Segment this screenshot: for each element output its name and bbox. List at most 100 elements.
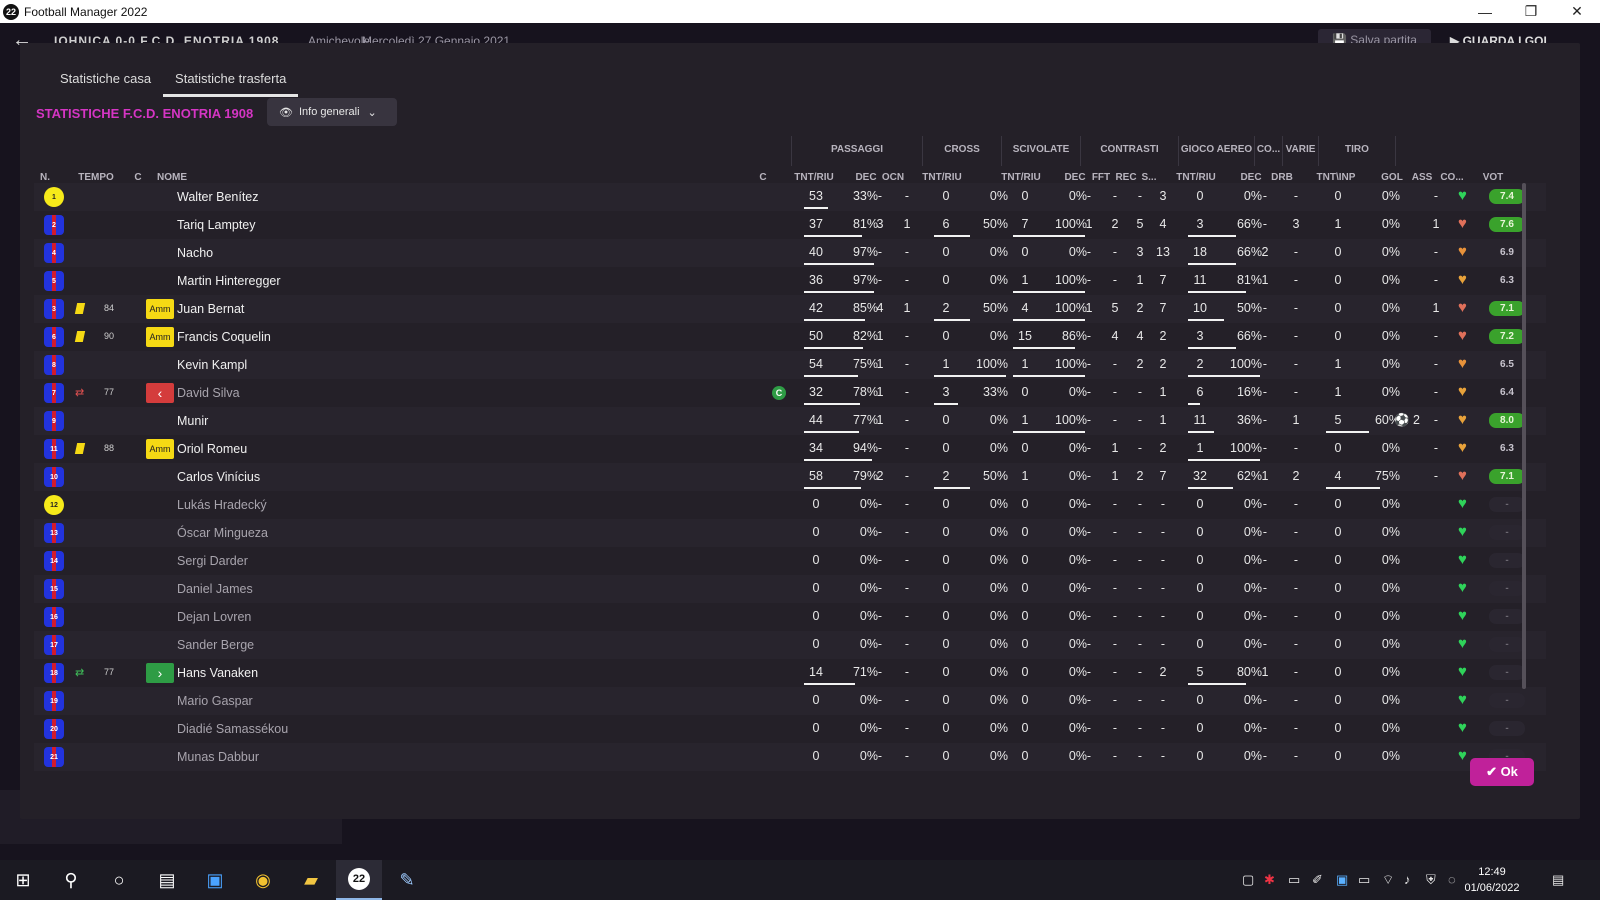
- player-name[interactable]: Óscar Mingueza: [177, 526, 268, 540]
- ok-button[interactable]: ✔ Ok: [1470, 758, 1534, 786]
- player-row[interactable]: 10 Carlos Vinícius 58 79% 2 50% 1 0% 32 62% 4 75% 2-…: [34, 463, 1546, 491]
- player-name[interactable]: Francis Coquelin: [177, 330, 271, 344]
- maximize-button[interactable]: ❐: [1508, 0, 1554, 23]
- cortana-icon[interactable]: ○: [96, 860, 142, 900]
- search-icon[interactable]: ⚲: [48, 860, 94, 900]
- tray-app-icon[interactable]: ▢: [1242, 872, 1254, 888]
- shirt-number-icon: 21: [44, 747, 64, 767]
- tackle-dec: -: [1086, 553, 1092, 567]
- player-name[interactable]: Lukás Hradecký: [177, 498, 267, 512]
- assists: -: [1433, 357, 1439, 371]
- table-scrollbar[interactable]: [1522, 183, 1526, 689]
- player-name[interactable]: Diadié Samassékou: [177, 722, 288, 736]
- event-minute: 88: [103, 443, 114, 453]
- player-row[interactable]: 5 Martin Hinteregger 36 97% 0 0% 1 100% 11 81% 0 0%…: [34, 267, 1546, 295]
- player-row[interactable]: 4 Nacho 40 97% 0 0% 0 0% 18 66% 0 0% - - - -3 13 2- - ♥ 6.9: [34, 239, 1546, 267]
- start-icon[interactable]: ⊞: [0, 860, 46, 900]
- player-name[interactable]: Tariq Lamptey: [177, 218, 256, 232]
- player-row[interactable]: 7 ⇄ 77 ‹ David Silva C 32 78% 3 33% 0 0% 6 16% 1 0% 1- - -…: [34, 379, 1546, 407]
- crosses-success-bar: [934, 487, 970, 489]
- tray-pen-icon[interactable]: ✐: [1312, 872, 1323, 888]
- co-dec: 1: [1261, 469, 1269, 483]
- player-name[interactable]: Carlos Vinícius: [177, 470, 260, 484]
- close-button[interactable]: ✕: [1554, 0, 1600, 23]
- player-name[interactable]: Martin Hinteregger: [177, 274, 281, 288]
- player-name[interactable]: Munir: [177, 414, 208, 428]
- player-row[interactable]: 17 Sander Berge 0 0% 0 0% 0 0% 0 0% 0 0% - - - - - - - - ♥ -: [34, 631, 1546, 659]
- match-rating: 7.1: [1489, 469, 1525, 484]
- player-row[interactable]: 1 Walter Benítez 53 33% 0 0% 0 0% 0 0% 0 0% - - - - -3- -…: [34, 183, 1546, 211]
- task-view-icon[interactable]: ▤: [144, 860, 190, 900]
- aerial-attempts: 11: [1193, 413, 1207, 427]
- taskbar-clock[interactable]: 12:49 01/06/2022: [1462, 864, 1522, 896]
- player-row[interactable]: 20 Diadié Samassékou 0 0% 0 0% 0 0% 0 0% 0 0% - - - - - -…: [34, 715, 1546, 743]
- passes-success-bar: [804, 347, 863, 349]
- player-name[interactable]: Hans Vanaken: [177, 666, 258, 680]
- player-row[interactable]: 8 Kevin Kampl 54 75% 1 100% 1 100% 2 100% 1 0% 1- - -2…: [34, 351, 1546, 379]
- player-row[interactable]: 14 Sergi Darder 0 0% 0 0% 0 0% 0 0% 0 0% - - - - - - - - ♥ -: [34, 547, 1546, 575]
- player-name[interactable]: Kevin Kampl: [177, 358, 247, 372]
- steam-icon[interactable]: ◌: [1448, 872, 1456, 887]
- chrome-icon[interactable]: ◉: [240, 860, 286, 900]
- player-row[interactable]: 6 90 Amm Francis Coquelin 50 82% 0 0% 15 86% 3 66% 0…: [34, 323, 1546, 351]
- assists: 1: [1432, 217, 1440, 231]
- tackle-dec: -: [1086, 441, 1092, 455]
- pass-dec: 1: [876, 357, 884, 371]
- shots-percent: 0%: [1381, 301, 1400, 315]
- dribbles: 3: [1292, 217, 1300, 231]
- player-name[interactable]: Juan Bernat: [177, 302, 244, 316]
- tackles-slide-attempts: 0: [1021, 525, 1029, 539]
- player-name[interactable]: Nacho: [177, 246, 213, 260]
- match-rating: 6.9: [1500, 247, 1514, 258]
- co-dec: -: [1262, 189, 1268, 203]
- player-row[interactable]: 2 Tariq Lamptey 37 81% 6 50% 7 100% 3 66% 1 0% 3 1 1 2 5…: [34, 211, 1546, 239]
- remote-desktop-icon[interactable]: ▣: [192, 860, 238, 900]
- volume-icon[interactable]: ♪: [1404, 872, 1411, 887]
- football-manager-taskbar-icon[interactable]: 22: [336, 860, 382, 900]
- tray-device-icon[interactable]: ▭: [1288, 872, 1300, 888]
- assists: 1: [1432, 301, 1440, 315]
- player-name[interactable]: Daniel James: [177, 582, 253, 596]
- tab-away-stats[interactable]: Statistiche trasferta: [163, 71, 299, 97]
- player-row[interactable]: 3 84 Amm Juan Bernat 42 85% 2 50% 4 100% 10 50% 0 0% 4…: [34, 295, 1546, 323]
- player-row[interactable]: 16 Dejan Lovren 0 0% 0 0% 0 0% 0 0% 0 0% - - - - - - - - ♥ -: [34, 603, 1546, 631]
- player-row[interactable]: 12 Lukás Hradecký 0 0% 0 0% 0 0% 0 0% 0 0% - - - - - - - - ♥…: [34, 491, 1546, 519]
- player-row[interactable]: 21 Munas Dabbur 0 0% 0 0% 0 0% 0 0% 0 0% - - - - - - - - ♥ -: [34, 743, 1546, 771]
- player-row[interactable]: 13 Óscar Mingueza 0 0% 0 0% 0 0% 0 0% 0 0% - - - - - - - - ♥…: [34, 519, 1546, 547]
- assists: -: [1433, 469, 1439, 483]
- substituted-on-badge: ›: [146, 663, 174, 683]
- shots-attempts: 0: [1334, 301, 1342, 315]
- shield-icon[interactable]: ⛨: [1426, 872, 1436, 888]
- dribbles: -: [1293, 749, 1299, 763]
- player-row[interactable]: 19 Mario Gaspar 0 0% 0 0% 0 0% 0 0% 0 0% - - - - - - - - ♥ -: [34, 687, 1546, 715]
- notifications-icon[interactable]: ▤: [1552, 872, 1564, 888]
- player-name[interactable]: Sergi Darder: [177, 554, 248, 568]
- tray-alert-icon[interactable]: ✱: [1264, 872, 1275, 888]
- player-name[interactable]: Mario Gaspar: [177, 694, 253, 708]
- player-row[interactable]: 9 Munir 44 77% 0 0% 1 100% 11 36% 5 60% 1- - - -1-1- ⚽ 2…: [34, 407, 1546, 435]
- player-name[interactable]: Munas Dabbur: [177, 750, 259, 764]
- player-row[interactable]: 11 88 Amm Oriol Romeu 34 94% 0 0% 0 0% 1 100% 0 0% - - -…: [34, 435, 1546, 463]
- player-name[interactable]: Sander Berge: [177, 638, 254, 652]
- dribbles: -: [1293, 637, 1299, 651]
- tray-network-app-icon[interactable]: ▣: [1336, 872, 1348, 888]
- paint-icon[interactable]: ✎: [384, 860, 430, 900]
- window-title: Football Manager 2022: [24, 4, 148, 19]
- player-name[interactable]: Dejan Lovren: [177, 610, 251, 624]
- shirt-number-icon: 7: [44, 383, 64, 403]
- shots-attempts: 0: [1334, 245, 1342, 259]
- minimize-button[interactable]: —: [1462, 0, 1508, 23]
- tab-home-stats[interactable]: Statistiche casa: [48, 71, 163, 97]
- file-explorer-icon[interactable]: ▰: [288, 860, 334, 900]
- player-name[interactable]: Walter Benítez: [177, 190, 259, 204]
- battery-icon[interactable]: ▭: [1358, 872, 1370, 888]
- player-name[interactable]: Oriol Romeu: [177, 442, 247, 456]
- tackle-rec: -: [1137, 581, 1143, 595]
- crosses-attempts: 0: [942, 273, 950, 287]
- player-row[interactable]: 15 Daniel James 0 0% 0 0% 0 0% 0 0% 0 0% - - - - - - - - ♥ -: [34, 575, 1546, 603]
- wifi-icon[interactable]: ⌔: [1382, 872, 1394, 888]
- view-dropdown[interactable]: 👁 Info generali ⌄: [267, 98, 397, 126]
- player-name[interactable]: David Silva: [177, 386, 240, 400]
- yellow-card-icon: [74, 443, 86, 454]
- player-row[interactable]: 18 ⇄ 77 › Hans Vanaken 14 71% 0 0% 0 0% 5 80% 0 0% - - - -…: [34, 659, 1546, 687]
